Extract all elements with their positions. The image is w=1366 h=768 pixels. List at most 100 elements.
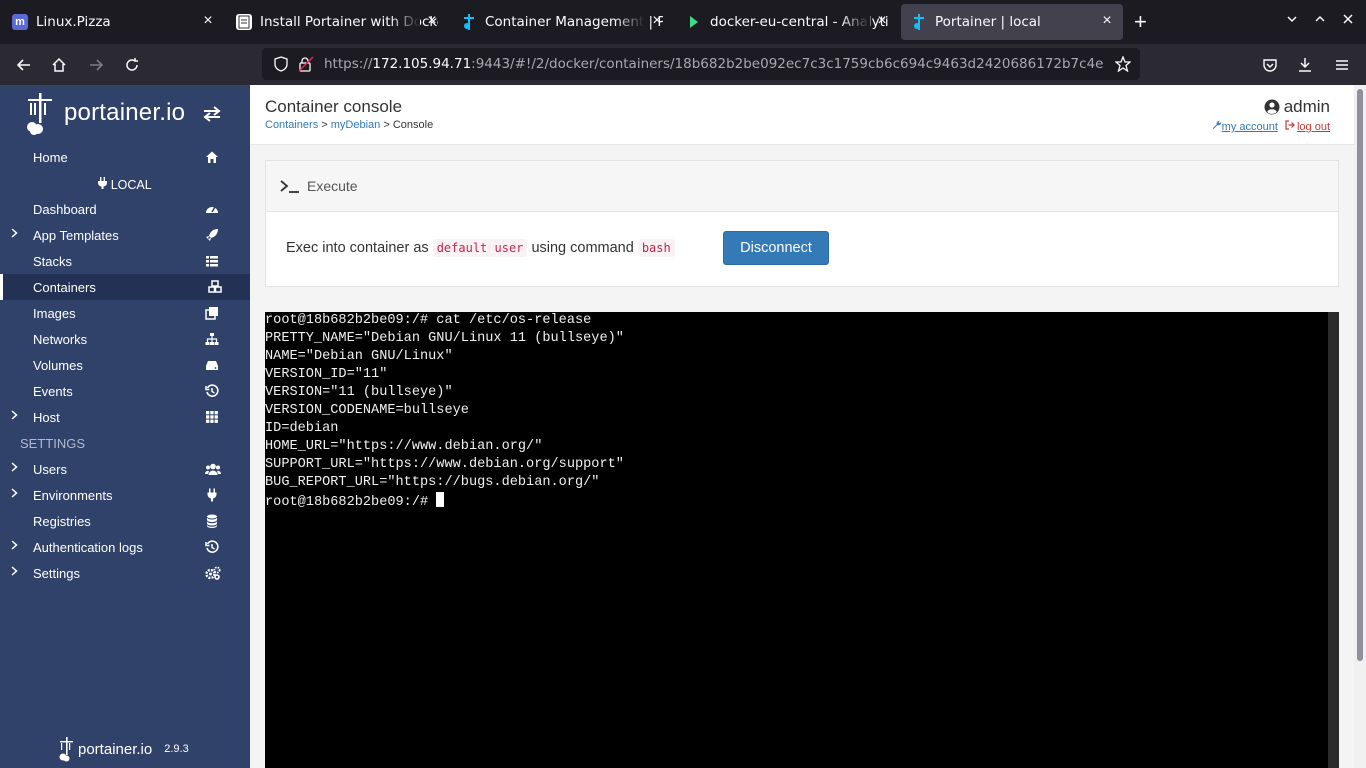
sidebar-item-settings[interactable]: Settings <box>0 560 250 586</box>
back-arrow-icon[interactable] <box>13 54 35 76</box>
breadcrumb: Containers > myDebian > Console <box>265 119 434 131</box>
sidebar: portainer.io Home LOCAL Dashboard App Te… <box>0 85 250 768</box>
clone-icon <box>205 306 219 320</box>
downloads-icon[interactable] <box>1294 54 1316 76</box>
page-scrollbar[interactable] <box>1354 85 1366 768</box>
chevron-right-icon <box>11 462 18 475</box>
minimize-chevron-up-icon[interactable] <box>1314 12 1326 28</box>
footer-brand: portainer.io 2.9.3 <box>58 736 189 762</box>
history-icon <box>205 540 219 554</box>
sidebar-item-stacks[interactable]: Stacks <box>0 248 250 274</box>
forward-arrow-icon[interactable] <box>85 54 107 76</box>
terminal-output[interactable]: root@18b682b2be09:/# cat /etc/os-release… <box>265 312 624 512</box>
browser-tab-install-portainer[interactable]: Install Portainer with Docker × <box>226 4 448 40</box>
brand-name: portainer.io <box>64 99 186 126</box>
close-tab-icon[interactable]: × <box>649 13 665 29</box>
home-icon[interactable] <box>48 54 70 76</box>
sidebar-item-dashboard[interactable]: Dashboard <box>0 196 250 222</box>
execute-panel: Execute Exec into container as default u… <box>265 160 1339 287</box>
rocket-icon <box>205 228 219 242</box>
breadcrumb-mydebian-link[interactable]: myDebian <box>331 119 381 131</box>
wrench-icon <box>1212 120 1222 133</box>
browser-tab-container-management[interactable]: Container Management | Portainer × <box>451 4 673 40</box>
docs-favicon-icon <box>236 14 252 30</box>
bookmark-star-icon[interactable] <box>1114 55 1132 77</box>
page-scrollbar-thumb[interactable] <box>1357 89 1363 661</box>
execute-panel-header: Execute <box>266 161 1338 212</box>
hdd-icon <box>205 358 219 372</box>
pocket-icon[interactable] <box>1259 54 1281 76</box>
chevron-right-icon <box>11 488 18 501</box>
users-icon <box>204 462 222 476</box>
chevron-right-icon <box>11 566 18 579</box>
terminal-console[interactable]: root@18b682b2be09:/# cat /etc/os-release… <box>265 312 1339 768</box>
log-out-link[interactable]: log out <box>1297 121 1330 133</box>
th-grid-icon <box>205 410 219 424</box>
settings-section-header: SETTINGS <box>20 436 86 451</box>
close-tab-icon[interactable]: × <box>1099 13 1115 29</box>
list-tabs-chevron-icon[interactable] <box>1286 12 1298 28</box>
portainer-favicon-icon <box>911 14 927 30</box>
cogs-icon <box>205 566 221 580</box>
breadcrumb-current: Console <box>392 119 434 131</box>
sidebar-item-registries[interactable]: Registries <box>0 508 250 534</box>
new-tab-plus-icon[interactable]: + <box>1134 11 1147 33</box>
browser-tab-portainer-local[interactable]: Portainer | local × <box>901 4 1123 40</box>
shield-icon[interactable] <box>274 56 288 77</box>
sidebar-item-app-templates[interactable]: App Templates <box>0 222 250 248</box>
sidebar-item-home[interactable]: Home <box>0 144 250 170</box>
exec-command-code: bash <box>637 239 675 257</box>
lock-warning-icon[interactable] <box>298 56 314 77</box>
history-icon <box>205 384 219 398</box>
close-tab-icon[interactable]: × <box>424 13 440 29</box>
analytics-favicon-icon <box>686 14 702 30</box>
exchange-arrows-icon[interactable] <box>203 106 221 127</box>
sidebar-item-images[interactable]: Images <box>0 300 250 326</box>
close-window-icon[interactable] <box>1342 12 1354 28</box>
close-tab-icon[interactable]: × <box>200 13 216 29</box>
chevron-right-icon <box>11 228 18 241</box>
sidebar-item-events[interactable]: Events <box>0 378 250 404</box>
browser-tab-bar: m Linux.Pizza × Install Portainer with D… <box>0 0 1366 44</box>
footer-brand-name: portainer.io <box>78 740 153 758</box>
cubes-icon <box>208 280 222 294</box>
terminal-icon <box>280 179 300 198</box>
environment-label: LOCAL <box>0 177 250 192</box>
home-icon <box>205 150 219 164</box>
sidebar-item-users[interactable]: Users <box>0 456 250 482</box>
portainer-crane-icon <box>59 737 73 762</box>
username: admin <box>1283 97 1330 116</box>
plug-icon <box>205 488 219 502</box>
main-content: Container console Containers > myDebian … <box>250 85 1354 768</box>
breadcrumb-containers-link[interactable]: Containers <box>265 119 318 131</box>
sidebar-item-authentication-logs[interactable]: Authentication logs <box>0 534 250 560</box>
sidebar-item-host[interactable]: Host <box>0 404 250 430</box>
chevron-right-icon <box>11 540 18 553</box>
database-icon <box>205 514 219 528</box>
exec-description: Exec into container as default user usin… <box>286 239 675 257</box>
address-bar[interactable]: https://172.105.94.71:9443/#!/2/docker/c… <box>262 48 1140 80</box>
sidebar-item-environments[interactable]: Environments <box>0 482 250 508</box>
list-icon <box>205 254 219 268</box>
disconnect-button[interactable]: Disconnect <box>723 231 829 265</box>
page-title: Container console <box>265 97 403 116</box>
sign-out-icon <box>1285 120 1295 133</box>
sitemap-icon <box>205 332 219 346</box>
sidebar-item-volumes[interactable]: Volumes <box>0 352 250 378</box>
version-label: 2.9.3 <box>164 743 189 755</box>
browser-tab-linux-pizza[interactable]: m Linux.Pizza × <box>2 4 224 40</box>
url-text[interactable]: https://172.105.94.71:9443/#!/2/docker/c… <box>324 56 1104 72</box>
plug-icon <box>98 177 108 192</box>
chevron-right-icon <box>11 410 18 423</box>
browser-tab-analytics[interactable]: docker-eu-central - Analytics × <box>676 4 898 40</box>
terminal-scrollbar[interactable] <box>1328 312 1339 768</box>
reload-icon[interactable] <box>121 54 143 76</box>
sidebar-item-containers[interactable]: Containers <box>0 274 250 300</box>
my-account-link[interactable]: my account <box>1222 121 1278 133</box>
hamburger-menu-icon[interactable] <box>1331 54 1353 76</box>
user-display: admin <box>1264 97 1330 117</box>
mastodon-favicon-icon: m <box>12 14 28 30</box>
close-tab-icon[interactable]: × <box>874 13 890 29</box>
sidebar-item-networks[interactable]: Networks <box>0 326 250 352</box>
terminal-cursor <box>436 492 445 507</box>
